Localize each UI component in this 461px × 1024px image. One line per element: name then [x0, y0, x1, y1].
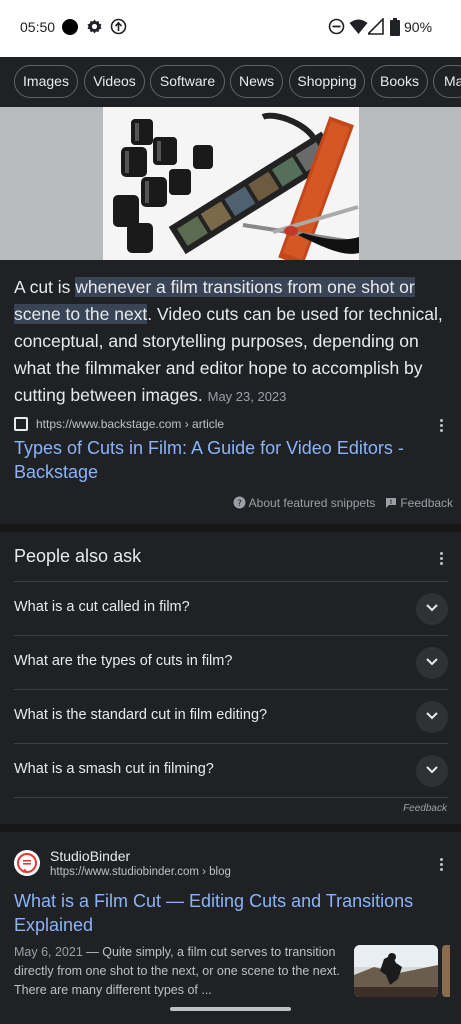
chip-shopping[interactable]: Shopping [289, 65, 365, 98]
data-saver-icon [110, 18, 127, 40]
paa-question-text: What is the standard cut in film editing… [14, 707, 268, 723]
paa-feedback-link[interactable]: Feedback [403, 803, 447, 814]
result-url[interactable]: https://www.studiobinder.com › blog [50, 866, 231, 878]
result-date: May 6, 2021 [14, 945, 83, 959]
featured-image-container [0, 107, 461, 260]
snippet-result-title[interactable]: Types of Cuts in Film: A Guide for Video… [14, 436, 434, 484]
backstage-favicon-icon [14, 417, 28, 431]
battery-percentage: 90% [404, 19, 433, 35]
about-featured-snippets[interactable]: ? About featured snippets [233, 496, 375, 510]
paa-question[interactable]: What is a smash cut in filming? [14, 743, 448, 797]
paa-question-text: What is a smash cut in filming? [14, 761, 214, 777]
svg-text:?: ? [237, 499, 242, 509]
help-icon: ? [233, 496, 246, 509]
paa-question-text: What are the types of cuts in film? [14, 653, 233, 669]
cellular-signal-icon [366, 17, 384, 40]
paa-bottom-border [14, 797, 448, 798]
result-more-options-icon[interactable] [440, 858, 444, 873]
paa-question-text: What is a cut called in film? [14, 599, 190, 615]
chip-news[interactable]: News [230, 65, 283, 98]
chevron-down-icon[interactable] [416, 593, 448, 625]
result-thumbnail[interactable] [354, 945, 438, 997]
chip-videos[interactable]: Videos [84, 65, 145, 98]
film-cut-image[interactable] [103, 107, 359, 260]
about-featured-snippets-label: About featured snippets [248, 496, 376, 510]
status-bar: 05:50 90% [0, 0, 461, 57]
snippet-text-before: A cut is [14, 277, 76, 297]
chevron-down-icon[interactable] [416, 755, 448, 787]
result-title[interactable]: What is a Film Cut — Editing Cuts and Tr… [14, 889, 434, 937]
chip-books[interactable]: Books [371, 65, 428, 98]
search-filter-chips: Images Videos Software News Shopping Boo… [0, 57, 461, 107]
section-divider [0, 824, 461, 832]
featured-snippet-text: A cut is whenever a film transitions fro… [14, 274, 448, 410]
do-not-disturb-icon [328, 18, 345, 40]
more-options-icon[interactable] [440, 419, 444, 434]
settings-icon [86, 18, 103, 40]
snippet-source[interactable]: https://www.backstage.com › article [14, 416, 448, 434]
wifi-icon [349, 18, 368, 40]
chip-more[interactable]: Ma [433, 65, 461, 98]
result-site-name[interactable]: StudioBinder [50, 848, 130, 864]
chevron-down-icon[interactable] [416, 701, 448, 733]
people-also-ask-title: People also ask [14, 546, 142, 566]
snippet-feedback-button[interactable]: Feedback [385, 496, 453, 510]
section-divider [0, 524, 461, 532]
feedback-icon [386, 498, 396, 508]
battery-icon [390, 18, 400, 41]
paa-question[interactable]: What are the types of cuts in film? [14, 635, 448, 689]
gesture-nav-bar [0, 997, 461, 1024]
result-thumbnail-next[interactable] [442, 945, 450, 997]
studiobinder-favicon-icon [14, 850, 40, 876]
status-time: 05:50 [20, 19, 56, 35]
snippet-date: May 23, 2023 [207, 389, 287, 404]
paa-question[interactable]: What is a cut called in film? [14, 581, 448, 635]
paa-question[interactable]: What is the standard cut in film editing… [14, 689, 448, 743]
result-description: May 6, 2021 — Quite simply, a film cut s… [14, 943, 344, 1000]
chip-images[interactable]: Images [14, 65, 78, 98]
snippet-source-url: https://www.backstage.com › article [36, 417, 225, 431]
paa-more-options-icon[interactable] [440, 552, 444, 567]
snippet-feedback-label: Feedback [400, 496, 454, 510]
notification-dot-icon [62, 19, 78, 35]
chevron-down-icon[interactable] [416, 647, 448, 679]
home-gesture-handle[interactable] [170, 1007, 291, 1011]
chip-software[interactable]: Software [150, 65, 225, 98]
